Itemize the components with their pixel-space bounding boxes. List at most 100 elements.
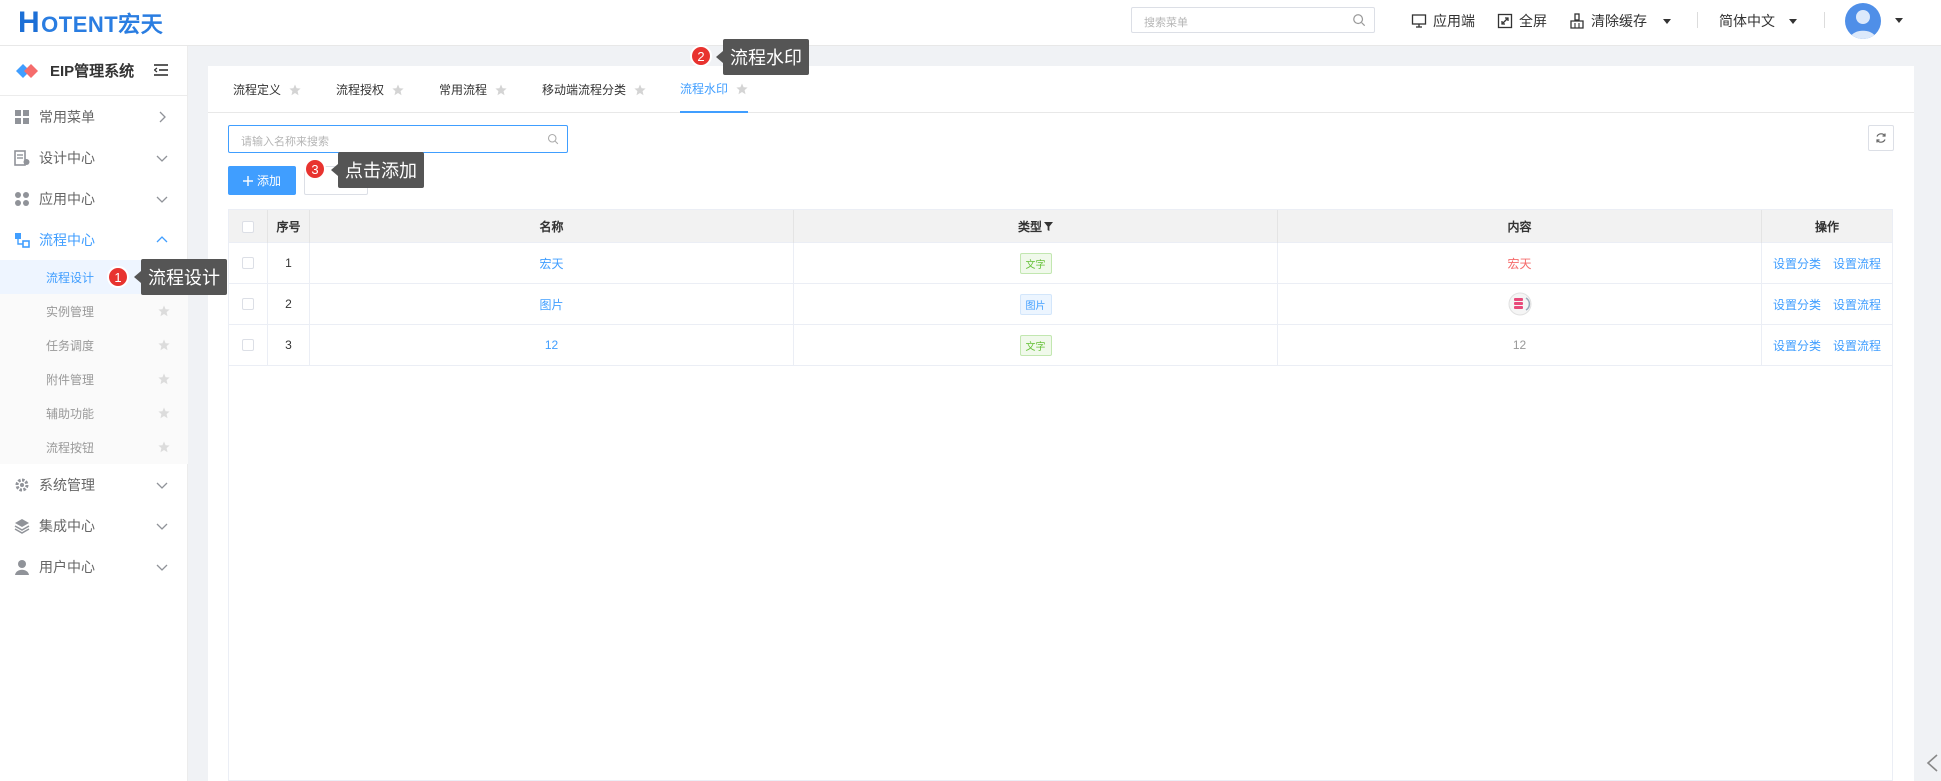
cell-name-link[interactable]: 12 (310, 325, 794, 365)
set-category-link[interactable]: 设置分类 (1773, 337, 1821, 354)
type-tag: 文字 (1019, 252, 1052, 274)
cell-index: 2 (268, 284, 310, 324)
chevron-left-icon[interactable] (1925, 753, 1939, 773)
menu-design-label: 设计中心 (39, 150, 95, 166)
tab-label: 流程定义 (233, 83, 282, 97)
tab-label: 移动端流程分类 (542, 83, 627, 97)
set-category-link[interactable]: 设置分类 (1773, 255, 1821, 272)
set-flow-link[interactable]: 设置流程 (1833, 337, 1881, 354)
star-icon[interactable] (158, 407, 170, 419)
step-tooltip-3: 点击添加 (331, 152, 424, 188)
apps-icon (15, 192, 29, 206)
search-icon[interactable] (1352, 13, 1366, 27)
sidebar-item-aux[interactable]: 辅助功能 (0, 396, 188, 430)
menu-fold-icon[interactable] (154, 64, 168, 76)
star-icon[interactable] (634, 84, 646, 96)
cell-index: 3 (268, 325, 310, 365)
select-all-checkbox[interactable] (242, 220, 254, 233)
clear-cache-label: 清除缓存 (1591, 13, 1647, 29)
tab-flow-definition[interactable]: 流程定义 (233, 66, 301, 113)
sidebar-item-instance[interactable]: 实例管理 (0, 294, 188, 328)
type-tag: 图片 (1019, 293, 1052, 315)
add-button[interactable]: 添加 (228, 166, 296, 195)
cell-content: 宏天 (1278, 243, 1762, 283)
clear-cache-button[interactable]: 清除缓存 (1569, 10, 1671, 32)
watermark-image-thumbnail[interactable] (1507, 291, 1533, 317)
type-tag: 文字 (1019, 334, 1052, 356)
menu-common[interactable]: 常用菜单 (0, 97, 188, 137)
row-select-cell[interactable] (229, 284, 268, 324)
attachment-label: 附件管理 (46, 372, 95, 387)
row-checkbox[interactable] (242, 298, 254, 310)
menu-design[interactable]: 设计中心 (0, 138, 188, 178)
language-select[interactable]: 简体中文 (1719, 10, 1797, 32)
eip-logo-icon (16, 63, 38, 78)
star-icon[interactable] (158, 339, 170, 351)
hotent-logo[interactable]: H OTENT宏天 (18, 6, 164, 39)
cell-ops: 设置分类 设置流程 (1762, 325, 1892, 365)
tab-flow-auth[interactable]: 流程授权 (336, 66, 404, 113)
logo-text: OTENT宏天 (41, 12, 164, 37)
row-select-cell[interactable] (229, 243, 268, 283)
cell-type: 文字 (794, 325, 1278, 365)
row-select-cell[interactable] (229, 325, 268, 365)
chevron-down-icon (156, 482, 168, 489)
col-content: 内容 (1278, 210, 1762, 243)
star-icon[interactable] (158, 373, 170, 385)
step-badge-2: 2 (690, 45, 712, 67)
col-index: 序号 (268, 210, 310, 243)
chevron-up-icon (156, 236, 168, 243)
star-icon[interactable] (495, 84, 507, 96)
refresh-button[interactable] (1868, 125, 1894, 151)
watermark-table: 序号 名称 类型 内容 操作 1 宏天 文字 宏天 设置分类 设置流程 2 图片… (228, 209, 1893, 781)
flow-icon (15, 233, 30, 248)
sidebar: EIP管理系统 常用菜单 设计中心 应用中心 流程中心 流程设计 实例管理 任务… (0, 46, 188, 781)
set-category-link[interactable]: 设置分类 (1773, 296, 1821, 313)
menu-system[interactable]: 系统管理 (0, 465, 188, 505)
cell-name-link[interactable]: 图片 (310, 284, 794, 324)
row-checkbox[interactable] (242, 257, 254, 269)
menu-search-placeholder: 搜索菜单 (1144, 17, 1188, 29)
row-checkbox[interactable] (242, 339, 254, 351)
set-flow-link[interactable]: 设置流程 (1833, 255, 1881, 272)
plus-icon (242, 175, 253, 186)
set-flow-link[interactable]: 设置流程 (1833, 296, 1881, 313)
star-icon[interactable] (158, 441, 170, 453)
user-avatar[interactable] (1845, 3, 1881, 39)
menu-flow[interactable]: 流程中心 (0, 220, 188, 260)
star-icon[interactable] (289, 84, 301, 96)
menu-integration[interactable]: 集成中心 (0, 506, 188, 546)
sidebar-item-attachment[interactable]: 附件管理 (0, 362, 188, 396)
layers-icon (14, 519, 30, 534)
chevron-down-icon[interactable] (1895, 18, 1903, 23)
cell-name-link[interactable]: 宏天 (310, 243, 794, 283)
cell-content (1278, 284, 1762, 324)
refresh-icon (1876, 133, 1886, 143)
star-icon[interactable] (158, 305, 170, 317)
select-all-cell[interactable] (229, 210, 268, 243)
fullscreen-button[interactable]: 全屏 (1497, 10, 1547, 32)
chevron-down-icon (156, 155, 168, 162)
sidebar-item-button[interactable]: 流程按钮 (0, 430, 188, 464)
client-button[interactable]: 应用端 (1411, 10, 1475, 32)
top-header: H OTENT宏天 搜索菜单 应用端 全屏 清除缓存 简体中文 (0, 0, 1941, 46)
filter-icon[interactable] (1044, 222, 1053, 231)
sidebar-item-task[interactable]: 任务调度 (0, 328, 188, 362)
tab-common-flow[interactable]: 常用流程 (439, 66, 507, 113)
col-type[interactable]: 类型 (794, 210, 1278, 243)
star-icon[interactable] (736, 83, 748, 95)
search-icon[interactable] (547, 133, 559, 145)
star-icon[interactable] (392, 84, 404, 96)
col-ops: 操作 (1814, 220, 1839, 234)
logo-h: H (18, 6, 41, 39)
cell-content: 12 (1278, 325, 1762, 365)
menu-user[interactable]: 用户中心 (0, 547, 188, 587)
menu-search-input[interactable]: 搜索菜单 (1131, 7, 1375, 33)
name-search-input[interactable]: 请输入名称来搜索 (228, 125, 568, 153)
step-badge-1: 1 (107, 266, 129, 288)
menu-app[interactable]: 应用中心 (0, 179, 188, 219)
tab-mobile-category[interactable]: 移动端流程分类 (542, 66, 646, 113)
chevron-down-icon (1789, 18, 1797, 24)
task-label: 任务调度 (46, 338, 95, 353)
menu-integration-label: 集成中心 (39, 518, 95, 534)
